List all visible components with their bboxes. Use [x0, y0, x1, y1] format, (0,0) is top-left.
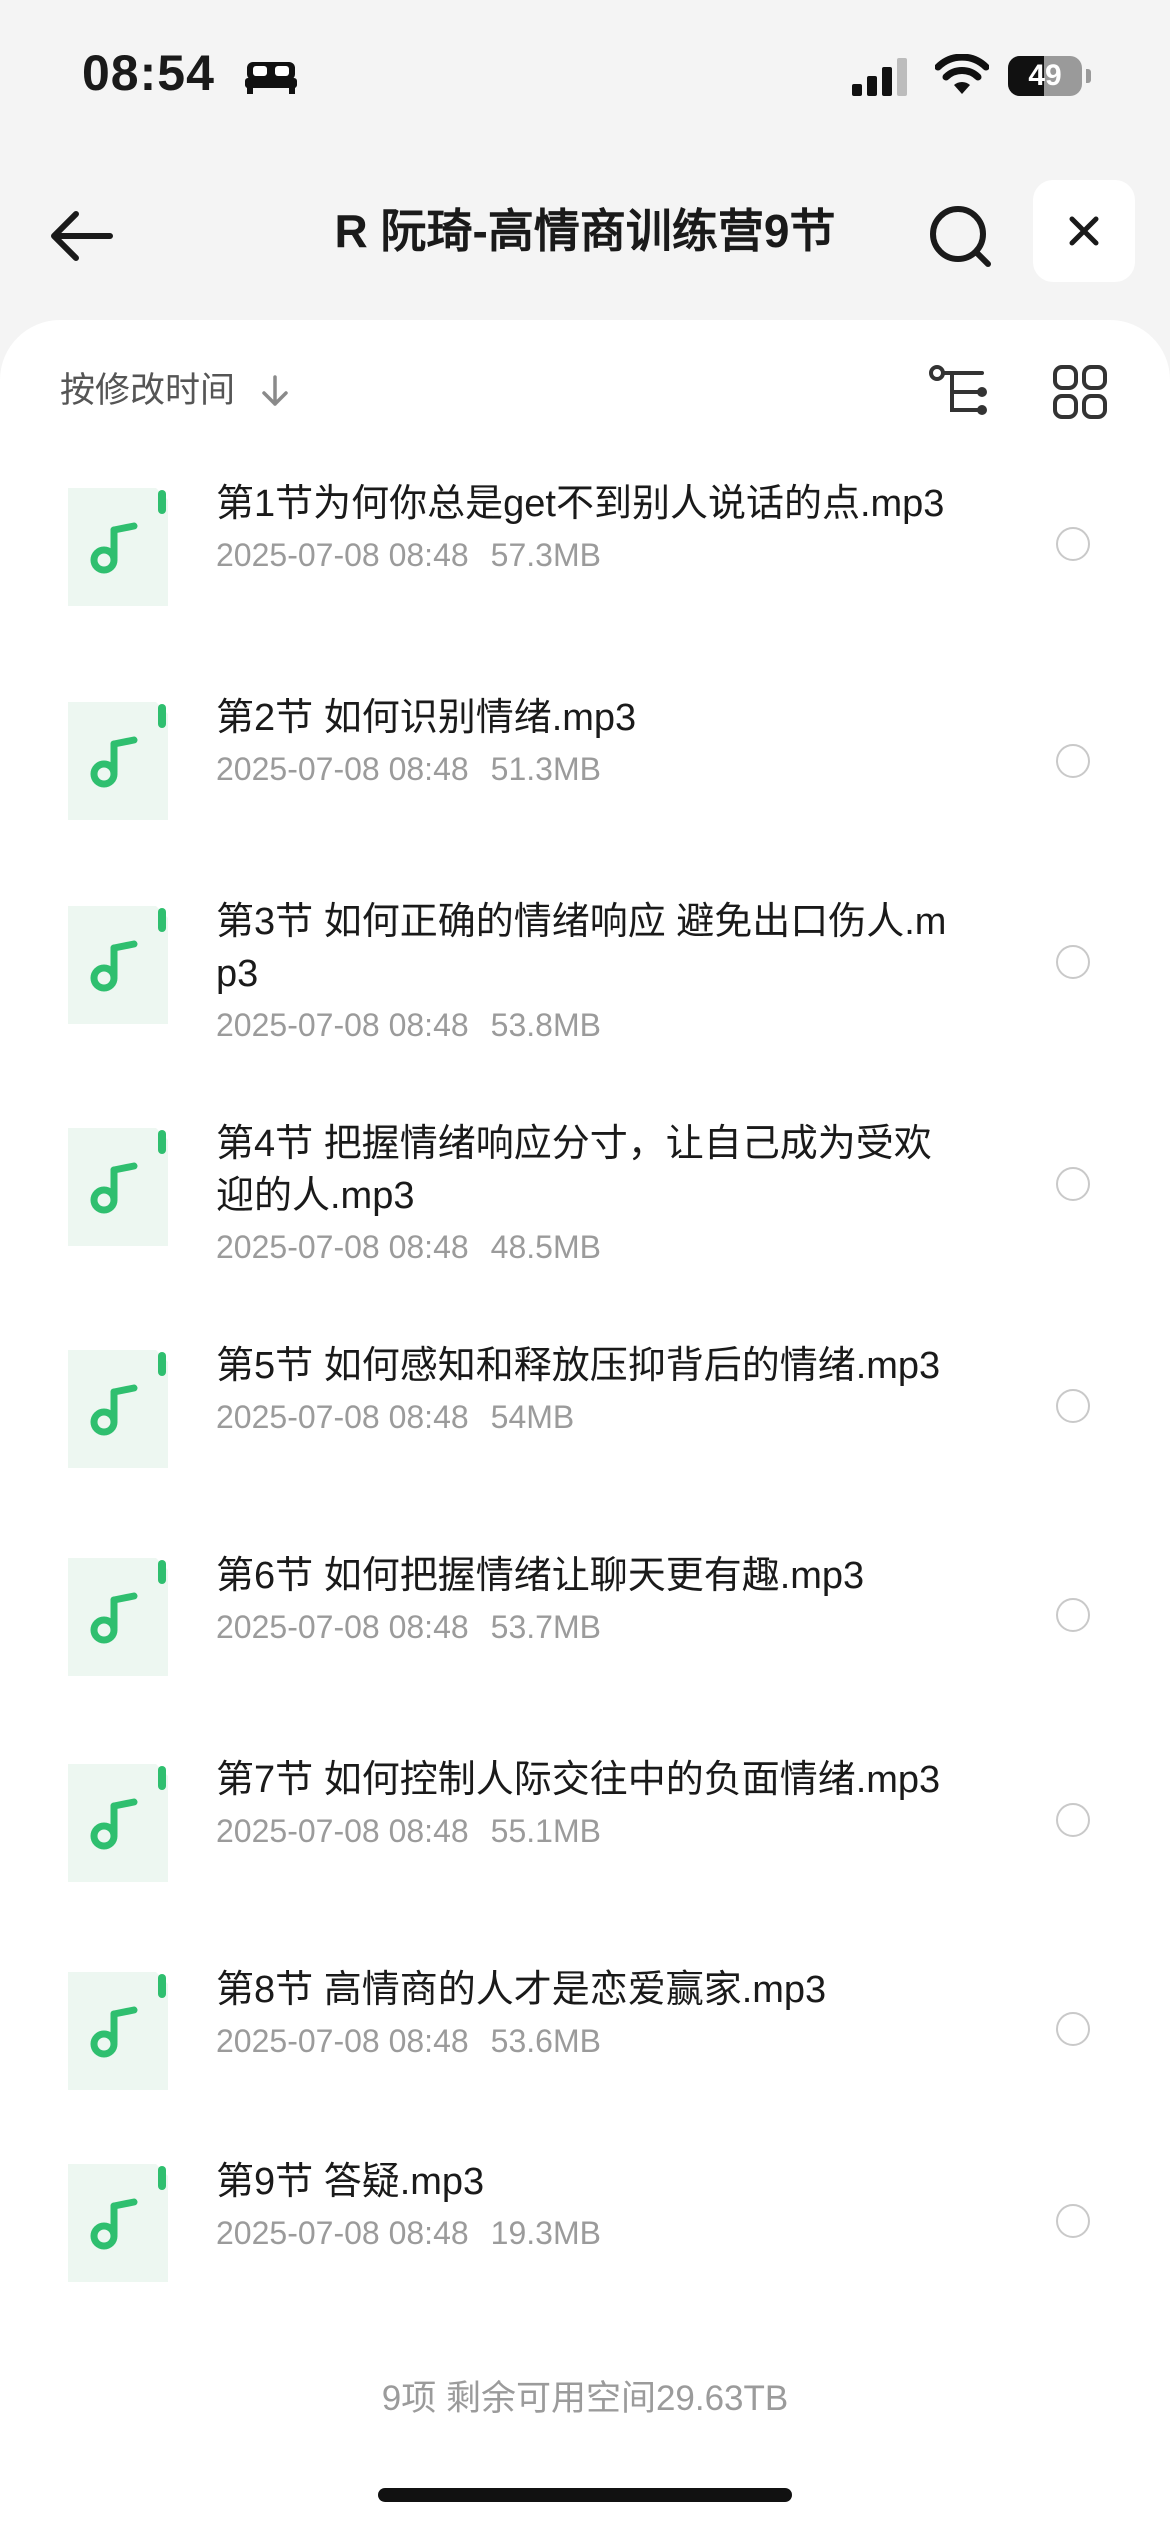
- select-checkbox[interactable]: [1056, 744, 1090, 778]
- bed-icon: [245, 62, 297, 94]
- select-checkbox[interactable]: [1056, 1803, 1090, 1837]
- file-date: 2025-07-08 08:48: [216, 1399, 469, 1435]
- file-size: 53.7MB: [490, 1609, 601, 1645]
- close-icon: [1069, 216, 1099, 246]
- file-name: 第6节 如何把握情绪让聊天更有趣.mp3: [216, 1555, 865, 1597]
- cellular-signal-icon: [852, 58, 907, 96]
- select-checkbox[interactable]: [1056, 2204, 1090, 2238]
- file-size: 51.3MB: [490, 751, 601, 787]
- file-name: 第4节 把握情绪响应分寸，让自己成为受欢迎的人.mp3: [216, 1123, 932, 1217]
- battery-indicator: 49: [1008, 56, 1091, 96]
- file-name: 第2节 如何识别情绪.mp3: [216, 697, 637, 739]
- audio-file-icon: [68, 488, 168, 606]
- file-list-sheet: 按修改时间 第1节为何你总是get不到别人说话的点.mp3 2025-07-08…: [0, 320, 1170, 2532]
- file-size: 19.3MB: [490, 2215, 601, 2251]
- file-date: 2025-07-08 08:48: [216, 1609, 469, 1645]
- select-checkbox[interactable]: [1056, 527, 1090, 561]
- sort-toolbar: 按修改时间: [0, 320, 1170, 460]
- status-time: 08:54: [82, 45, 215, 101]
- select-checkbox[interactable]: [1056, 1167, 1090, 1201]
- header: R 阮琦-高情商训练营9节: [0, 170, 1170, 290]
- close-button[interactable]: [1033, 180, 1135, 282]
- audio-file-icon: [68, 2164, 168, 2282]
- file-size: 54MB: [490, 1399, 575, 1435]
- home-indicator: [378, 2488, 792, 2502]
- grid-view-icon[interactable]: [1052, 364, 1108, 420]
- select-checkbox[interactable]: [1056, 1389, 1090, 1423]
- sort-by-modified-time[interactable]: 按修改时间: [60, 362, 235, 413]
- file-date: 2025-07-08 08:48: [216, 1007, 469, 1043]
- select-checkbox[interactable]: [1056, 1598, 1090, 1632]
- audio-file-icon: [68, 1558, 168, 1676]
- file-date: 2025-07-08 08:48: [216, 1229, 469, 1265]
- audio-file-icon: [68, 702, 168, 820]
- tree-view-icon[interactable]: [928, 364, 990, 420]
- page-title: R 阮琦-高情商训练营9节: [334, 205, 836, 257]
- file-size: 53.6MB: [490, 2023, 601, 2059]
- file-size: 57.3MB: [490, 537, 601, 573]
- audio-file-icon: [68, 1972, 168, 2090]
- audio-file-icon: [68, 1350, 168, 1468]
- file-size: 53.8MB: [490, 1007, 601, 1043]
- audio-file-icon: [68, 1128, 168, 1246]
- file-date: 2025-07-08 08:48: [216, 2215, 469, 2251]
- select-checkbox[interactable]: [1056, 945, 1090, 979]
- file-date: 2025-07-08 08:48: [216, 2023, 469, 2059]
- file-size: 55.1MB: [490, 1813, 601, 1849]
- storage-summary: 9项 剩余可用空间29.63TB: [381, 2379, 789, 2418]
- file-date: 2025-07-08 08:48: [216, 537, 469, 573]
- wifi-icon: [935, 54, 989, 94]
- file-name: 第7节 如何控制人际交往中的负面情绪.mp3: [216, 1759, 941, 1801]
- file-name: 第5节 如何感知和释放压抑背后的情绪.mp3: [216, 1345, 941, 1387]
- file-name: 第8节 高情商的人才是恋爱赢家.mp3: [216, 1969, 827, 2011]
- file-name: 第3节 如何正确的情绪响应 避免出口伤人.mp3: [216, 901, 947, 995]
- battery-level: 49: [1028, 59, 1062, 92]
- search-icon[interactable]: [920, 196, 1000, 276]
- file-date: 2025-07-08 08:48: [216, 1813, 469, 1849]
- status-bar: 08:54 49: [0, 0, 1170, 150]
- sort-down-arrow-icon[interactable]: [260, 374, 290, 408]
- audio-file-icon: [68, 906, 168, 1024]
- file-date: 2025-07-08 08:48: [216, 751, 469, 787]
- file-size: 48.5MB: [490, 1229, 601, 1265]
- file-name: 第9节 答疑.mp3: [216, 2161, 485, 2203]
- file-name: 第1节为何你总是get不到别人说话的点.mp3: [216, 483, 945, 525]
- audio-file-icon: [68, 1764, 168, 1882]
- back-arrow-icon[interactable]: [42, 196, 122, 276]
- select-checkbox[interactable]: [1056, 2012, 1090, 2046]
